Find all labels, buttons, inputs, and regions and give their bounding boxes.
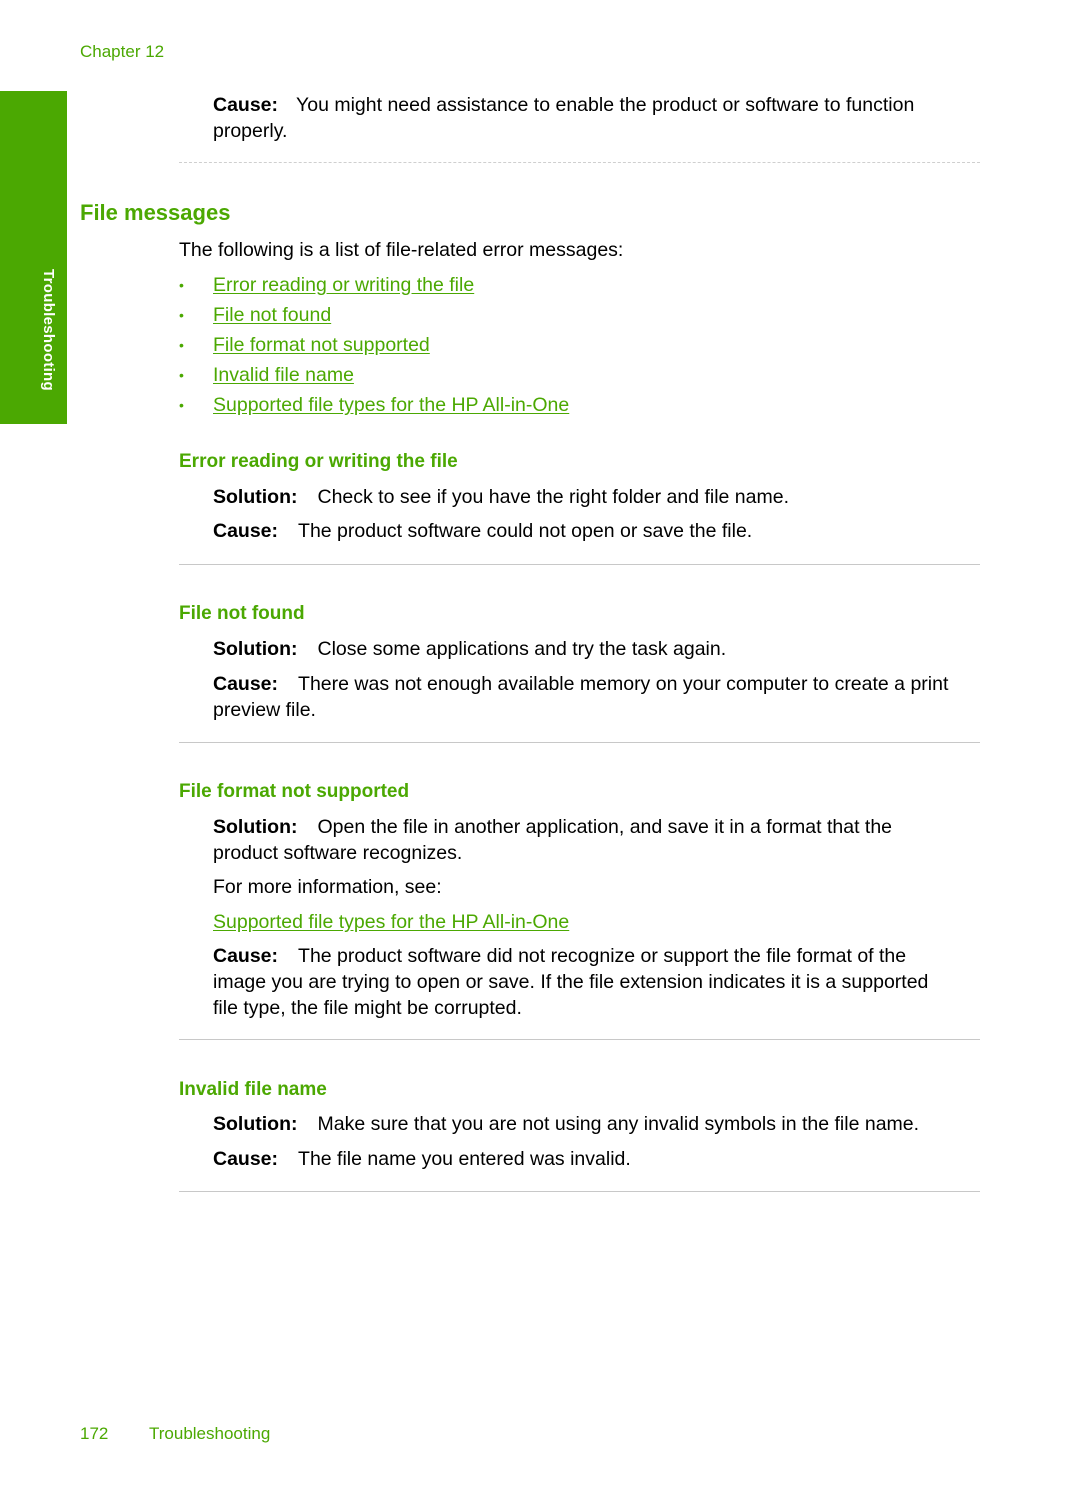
cause-text: There was not enough available memory on… [298,673,949,695]
solution-text: Close some applications and try the task… [317,638,727,660]
page-number: 172 [80,1424,109,1443]
side-tab-label: Troubleshooting [40,269,57,391]
topic-title-format: File format not supported [179,781,410,802]
cause-text-cont: properly. [213,120,288,142]
topic-title-not-found: File not found [179,603,305,624]
solution-row: Solution: Open the file in another applic… [213,814,993,866]
list-item: • Supported file types for the HP All-in-… [179,392,569,422]
solution-row: Solution: Close some applications and try… [213,636,726,662]
divider [179,742,980,743]
divider [179,162,980,163]
cause-text-cont: file type, the file might be corrupted. [213,997,522,1019]
cause-text: The file name you entered was invalid. [298,1148,631,1170]
link-file-not-found[interactable]: File not found [213,302,331,332]
topic-title-error-rw: Error reading or writing the file [179,451,458,472]
cause-row: Cause: The file name you entered was inva… [213,1146,631,1172]
cause-row: Cause: There was not enough available mem… [213,671,993,723]
solution-row: Solution: Check to see if you have the ri… [213,484,789,510]
cause-label: Cause: [213,1148,279,1170]
cause-label: Cause: [213,945,279,967]
link-error-reading[interactable]: Error reading or writing the file [213,272,474,302]
cause-row: Cause: The product software could not ope… [213,518,752,544]
solution-label: Solution: [213,816,298,838]
cause-text: The product software did not recognize o… [298,945,907,967]
solution-text: Make sure that you are not using any inv… [317,1113,920,1135]
solution-text: Check to see if you have the right folde… [317,486,790,508]
cause-label: Cause: [213,94,279,116]
solution-label: Solution: [213,1113,298,1135]
cause-text-cont: image you are trying to open or save. If… [213,971,929,993]
link-supported-types-inline[interactable]: Supported file types for the HP All-in-O… [213,909,569,935]
footer-section: Troubleshooting [149,1424,271,1443]
side-tab: Troubleshooting [0,91,67,424]
section-title: File messages [80,200,231,225]
list-item: • File format not supported [179,332,569,362]
solution-label: Solution: [213,638,298,660]
link-list: • Error reading or writing the file • File… [179,272,569,422]
divider [179,1039,980,1040]
link-invalid-name[interactable]: Invalid file name [213,362,354,392]
chapter-label: Chapter 12 [80,42,165,61]
topic-title-invalid: Invalid file name [179,1079,327,1100]
link-file-format[interactable]: File format not supported [213,332,430,362]
cause-text-cont: preview file. [213,699,316,721]
divider [179,564,980,565]
bullet-icon: • [179,307,184,323]
cause-text: The product software could not open or s… [298,520,753,542]
more-info-text: For more information, see: [213,876,442,898]
bullet-icon: • [179,367,184,383]
cause-text: You might need assistance to enable the … [296,94,915,116]
cause-row: Cause: The product software did not recog… [213,943,1013,1021]
bullet-icon: • [179,277,184,293]
solution-text-cont: product software recognizes. [213,842,463,864]
list-item: • Invalid file name [179,362,569,392]
list-item: • File not found [179,302,569,332]
solution-label: Solution: [213,486,298,508]
intro-cause: Cause: You might need assistance to enabl… [213,92,993,144]
solution-text: Open the file in another application, an… [317,816,893,838]
section-intro: The following is a list of file-related … [179,239,624,261]
cause-label: Cause: [213,520,279,542]
solution-row: Solution: Make sure that you are not usin… [213,1111,919,1137]
bullet-icon: • [179,337,184,353]
bullet-icon: • [179,397,184,413]
list-item: • Error reading or writing the file [179,272,569,302]
cause-label: Cause: [213,673,279,695]
divider [179,1191,980,1192]
link-supported-types[interactable]: Supported file types for the HP All-in-O… [213,392,569,422]
